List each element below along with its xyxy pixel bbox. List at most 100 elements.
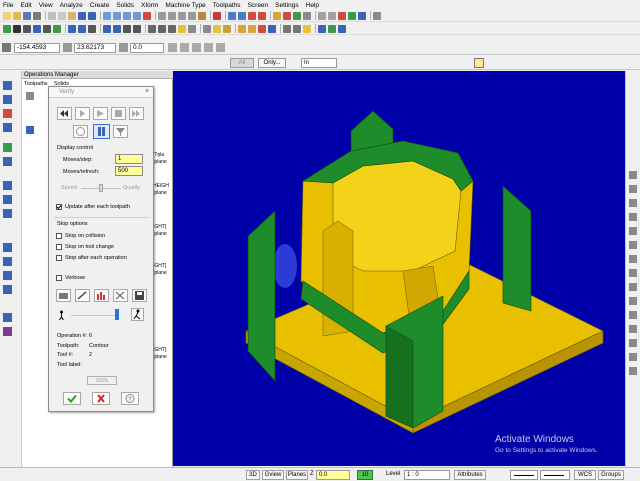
display-mode-3-button[interactable] — [113, 125, 128, 138]
save-stl-button[interactable] — [132, 289, 147, 302]
select-icon[interactable] — [3, 95, 12, 104]
zoom-fit-icon[interactable] — [103, 11, 111, 20]
save-icon[interactable] — [23, 11, 31, 20]
grid-icon[interactable] — [3, 313, 12, 322]
selection-mode-select[interactable]: In — [301, 58, 337, 68]
menu-toolpaths[interactable]: Toolpaths — [213, 2, 241, 9]
lock-icon[interactable] — [3, 123, 12, 132]
view-bottom-icon[interactable] — [629, 255, 637, 263]
stop-each-op-checkbox[interactable] — [56, 255, 62, 261]
hatch-icon[interactable] — [168, 24, 176, 33]
groups-button[interactable]: Groups — [598, 470, 624, 480]
measure-button[interactable] — [113, 289, 128, 302]
menu-machine-type[interactable]: Machine Type — [165, 2, 205, 9]
mirror-icon[interactable] — [328, 11, 336, 20]
backplot-side-icon[interactable] — [3, 143, 12, 152]
chart-button[interactable] — [94, 289, 109, 302]
multiaxis-icon[interactable] — [303, 24, 311, 33]
btn-planes[interactable]: Planes — [286, 470, 308, 480]
graphics-viewport[interactable]: Activate Windows Go to Settings to activ… — [173, 71, 625, 466]
display-mode-1-button[interactable] — [73, 125, 88, 138]
measure-icon[interactable] — [303, 11, 311, 20]
rotate-icon[interactable] — [198, 11, 206, 20]
view-iso-icon[interactable] — [629, 171, 637, 179]
menu-edit[interactable]: Edit — [20, 2, 31, 9]
analyze-icon[interactable] — [228, 11, 236, 20]
ok-button[interactable] — [63, 392, 81, 405]
rewind-button[interactable] — [57, 107, 72, 120]
rectangle-icon[interactable] — [53, 24, 61, 33]
color-icon[interactable] — [3, 195, 12, 204]
help-icon[interactable] — [474, 58, 484, 68]
note-icon[interactable] — [158, 24, 166, 33]
iso-view-icon[interactable] — [188, 11, 196, 20]
spline-icon[interactable] — [43, 24, 51, 33]
stop-button[interactable] — [111, 107, 126, 120]
line-style-select[interactable] — [510, 470, 538, 480]
close-icon[interactable]: × — [145, 88, 149, 95]
delete-icon[interactable] — [248, 11, 256, 20]
stop-tool-change-checkbox[interactable] — [56, 244, 62, 250]
side-view-icon[interactable] — [178, 11, 186, 20]
flag-icon[interactable] — [338, 11, 346, 20]
step-button[interactable] — [75, 107, 90, 120]
visible-icon[interactable] — [3, 271, 12, 280]
shade-toggle-icon[interactable] — [213, 11, 221, 20]
translate-icon[interactable] — [103, 24, 111, 33]
view-unzoom-icon[interactable] — [629, 311, 637, 319]
repaint-icon[interactable] — [143, 11, 151, 20]
surface-finish-icon[interactable] — [293, 24, 301, 33]
view-left-icon[interactable] — [629, 227, 637, 235]
view-pan-icon[interactable] — [629, 283, 637, 291]
zoom-window-icon[interactable] — [113, 11, 121, 20]
break-icon[interactable] — [78, 24, 86, 33]
solid-extrude-icon[interactable] — [188, 24, 196, 33]
xform-icon[interactable] — [318, 11, 326, 20]
paste-icon[interactable] — [68, 11, 76, 20]
btn-gview[interactable]: Gview — [262, 470, 284, 480]
endpoint-icon[interactable] — [216, 43, 225, 52]
verify-side-icon[interactable] — [3, 157, 12, 166]
folder-button[interactable] — [56, 289, 71, 302]
settings-icon[interactable] — [373, 11, 381, 20]
center-icon[interactable] — [204, 43, 213, 52]
menu-solids[interactable]: Solids — [116, 2, 134, 9]
menu-analyze[interactable]: Analyze — [60, 2, 83, 9]
view-dynamic-icon[interactable] — [629, 269, 637, 277]
offset-icon[interactable] — [133, 24, 141, 33]
line-icon[interactable] — [13, 24, 21, 33]
contour-toolpath-icon[interactable] — [238, 24, 246, 33]
select-all-ops-icon[interactable] — [26, 92, 34, 100]
arc-icon[interactable] — [23, 24, 31, 33]
surface-icon[interactable] — [178, 24, 186, 33]
verify-icon[interactable] — [348, 11, 356, 20]
pencil-icon[interactable] — [273, 11, 281, 20]
play-button[interactable] — [93, 107, 108, 120]
print-icon[interactable] — [33, 11, 41, 20]
pocket-toolpath-icon[interactable] — [248, 24, 256, 33]
chain-icon[interactable] — [293, 11, 301, 20]
level-number-button[interactable]: 10 — [357, 470, 373, 480]
isolate-icon[interactable] — [3, 285, 12, 294]
moves-refresh-input[interactable]: 500 — [115, 166, 143, 176]
z-coordinate-field[interactable]: 0.0 — [130, 43, 164, 53]
open-folder-icon[interactable] — [13, 11, 21, 20]
fast-point-icon[interactable] — [168, 43, 177, 52]
menu-view[interactable]: View — [39, 2, 53, 9]
zoom-in-icon[interactable] — [123, 11, 131, 20]
menu-file[interactable]: File — [3, 2, 13, 9]
y-coordinate-field[interactable]: 23.62173 — [74, 43, 116, 53]
autocursor-icon[interactable] — [2, 43, 11, 52]
menu-xform[interactable]: Xform — [141, 2, 158, 9]
view-fit-icon[interactable] — [629, 325, 637, 333]
point-icon[interactable] — [3, 24, 11, 33]
help-button[interactable]: ? — [121, 392, 139, 405]
origin-icon[interactable] — [192, 43, 201, 52]
blank-icon[interactable] — [3, 257, 12, 266]
attributes-side-icon[interactable] — [3, 209, 12, 218]
join-icon[interactable] — [88, 24, 96, 33]
menu-settings[interactable]: Settings — [275, 2, 299, 9]
rotate-entity-icon[interactable] — [113, 24, 121, 33]
wcs-button[interactable]: WCS — [574, 470, 596, 480]
backplot-icon[interactable] — [358, 11, 366, 20]
